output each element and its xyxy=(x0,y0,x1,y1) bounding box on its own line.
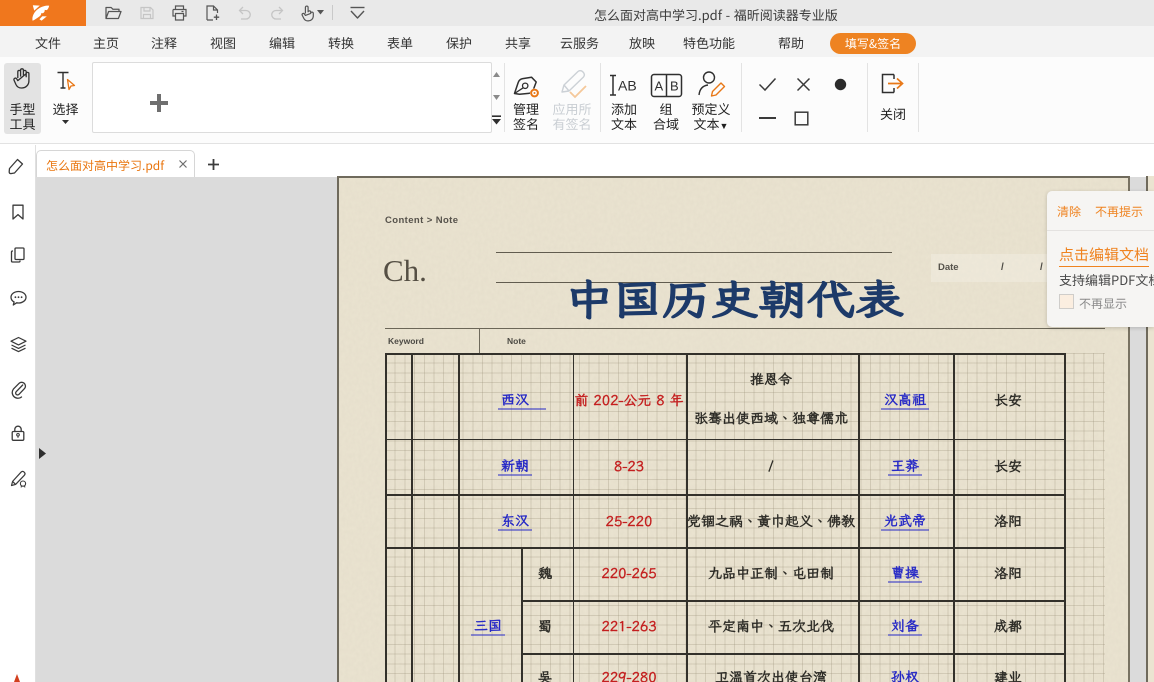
svg-text:AB: AB xyxy=(618,78,637,94)
svg-text:B: B xyxy=(670,79,679,94)
svg-text:A: A xyxy=(655,79,664,94)
